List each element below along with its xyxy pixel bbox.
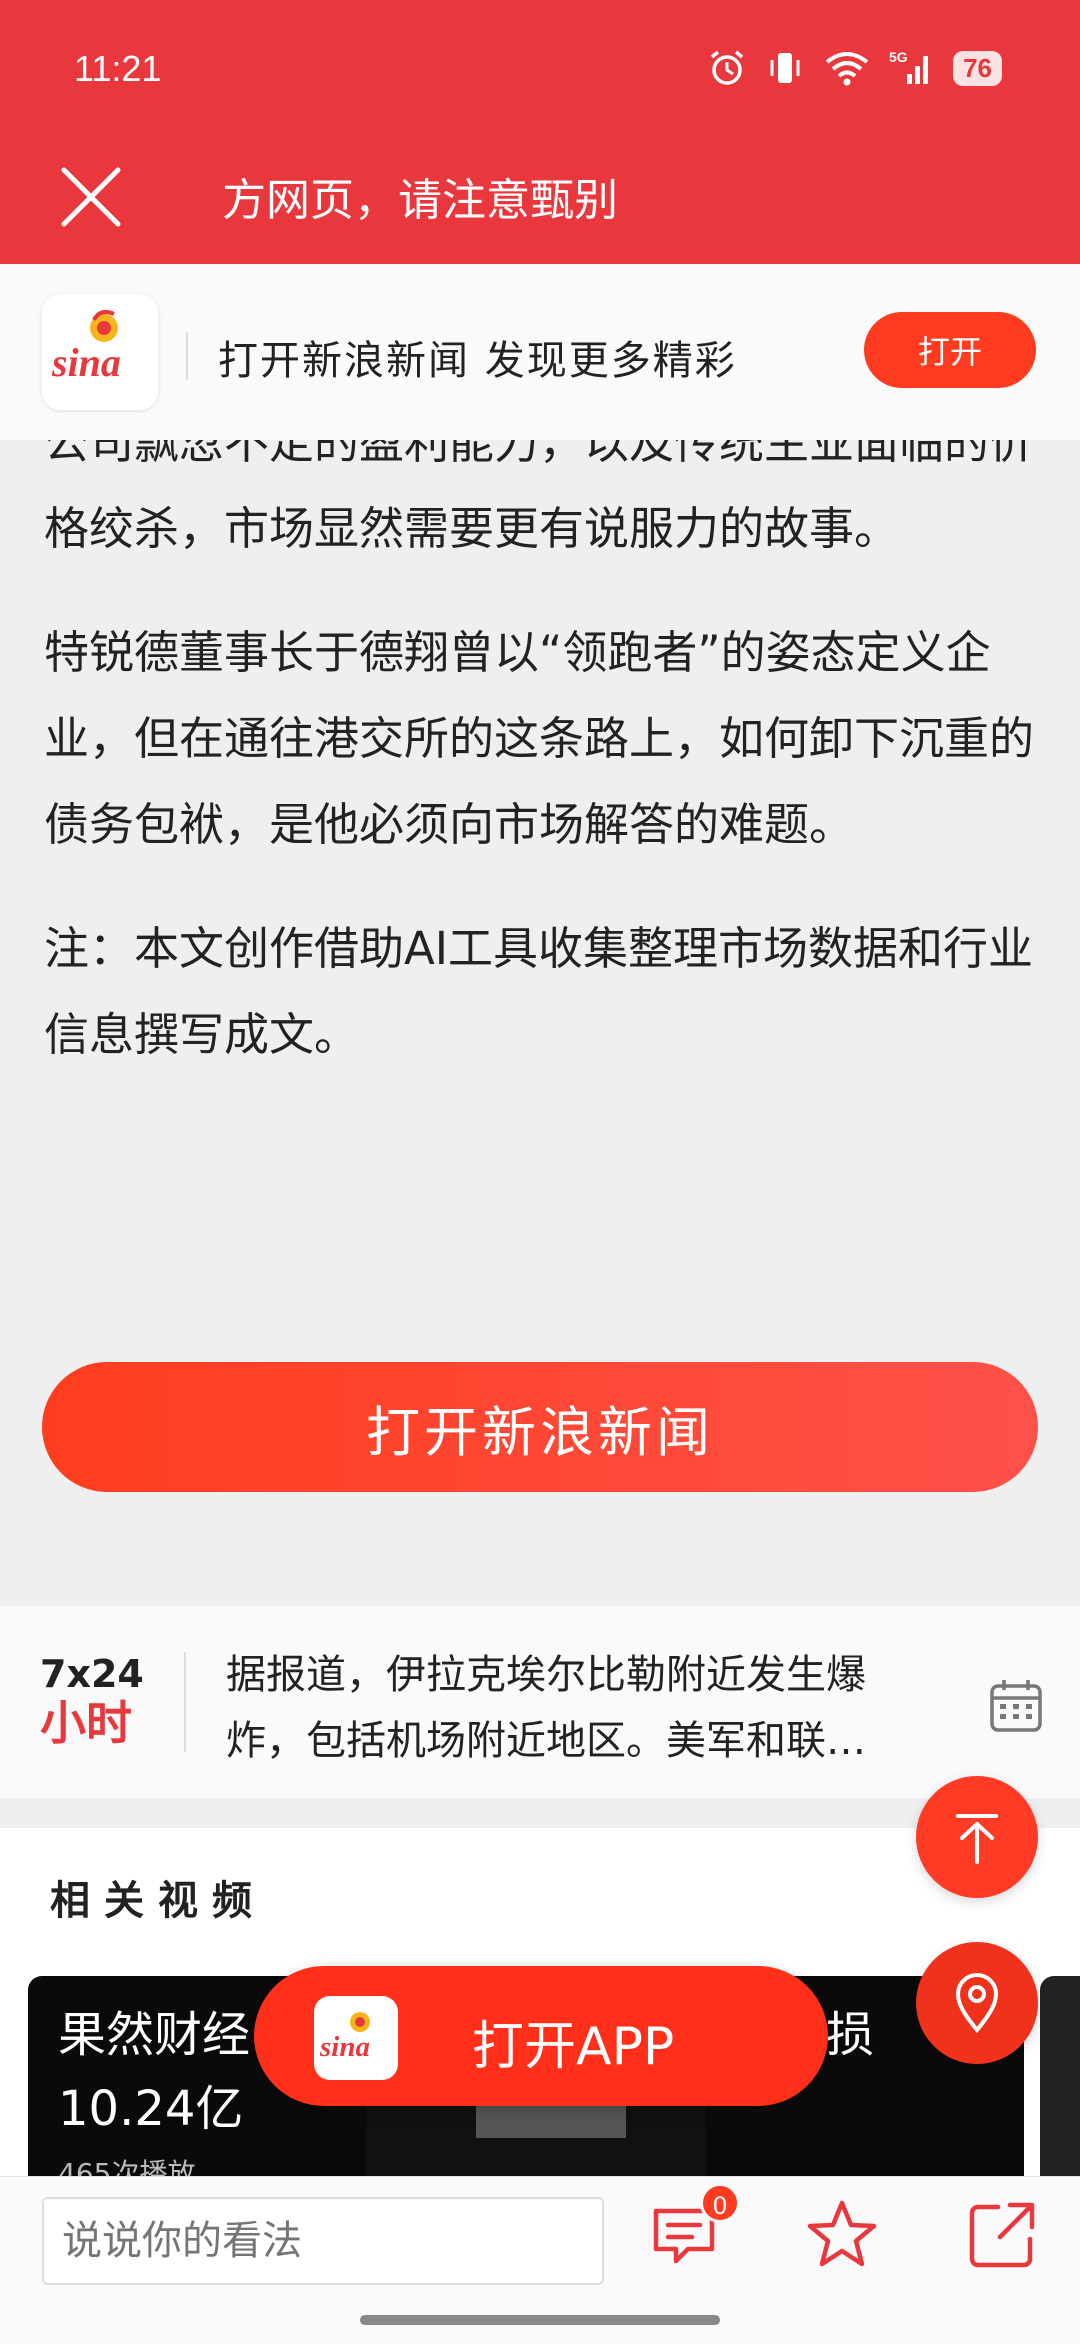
news-724-logo: 7x24 小时 [40, 1652, 150, 1762]
status-time: 11:21 [74, 48, 162, 89]
video-play-count: 465次播放 [58, 2157, 196, 2178]
network-label: 5G [889, 49, 908, 65]
open-app-label: 打开APP [472, 2017, 675, 2077]
svg-text:sina: sina [51, 340, 121, 385]
bottom-bar: 0 [0, 2176, 1080, 2344]
back-to-top-button[interactable] [916, 1776, 1038, 1898]
open-app-floating-button[interactable]: sina 打开APP [254, 1966, 828, 2106]
article-paragraph: 公司飘忽不定的盈利能力，以及传统主业面临的价格绞杀，市场显然需要更有说服力的故事… [44, 440, 1035, 555]
location-pin-icon [955, 1973, 999, 2034]
banner-text: 打开新浪新闻 发现更多精彩 [218, 338, 737, 384]
svg-text:sina: sina [319, 2031, 370, 2063]
arrow-up-icon [956, 1814, 998, 1864]
vibrate-icon [770, 53, 800, 83]
alarm-icon [710, 50, 744, 85]
news-724-logo-top: 7x24 [40, 1652, 144, 1696]
open-app-button[interactable]: 打开 [864, 312, 1036, 388]
home-indicator[interactable] [360, 2315, 720, 2325]
third-party-notice: 方网页，请注意甄别 [222, 175, 618, 226]
battery-icon: 76 [953, 50, 1002, 86]
video-card-next[interactable] [1040, 1976, 1080, 2178]
signal-icon: 5G [889, 49, 929, 84]
open-sina-news-button[interactable]: 打开新浪新闻 [42, 1362, 1038, 1492]
location-button[interactable] [916, 1942, 1038, 2064]
related-videos-title: 相关视频 [50, 1878, 266, 1924]
status-bar: 11:21 5G 76 [0, 0, 1080, 140]
banner-divider [186, 332, 188, 380]
close-icon[interactable] [58, 164, 124, 230]
calendar-icon[interactable] [988, 1678, 1044, 1734]
status-icons: 5G 76 [707, 48, 1002, 88]
comment-count-badge: 0 [700, 2183, 740, 2223]
share-icon[interactable] [964, 2197, 1040, 2273]
news-724-divider [184, 1652, 186, 1752]
article-content: 公司飘忽不定的盈利能力，以及传统主业面临的价格绞杀，市场显然需要更有说服力的故事… [44, 440, 1044, 1116]
comment-input[interactable] [42, 2197, 604, 2285]
news-724-ticker[interactable]: 7x24 小时 据报道，伊拉克埃尔比勒附近发生爆炸，包括机场附近地区。美军和联… [0, 1606, 1080, 1798]
news-724-text[interactable]: 据报道，伊拉克埃尔比勒附近发生爆炸，包括机场附近地区。美军和联… [226, 1642, 926, 1774]
article-paragraph: 特锐德董事长于德翔曾以“领跑者”的姿态定义企业，但在通往港交所的这条路上，如何卸… [44, 626, 1035, 851]
article-paragraph: 注：本文创作借助AI工具收集整理市场数据和行业信息撰写成文。 [44, 922, 1034, 1061]
browser-top-bar: 方网页，请注意甄别 [0, 140, 1080, 264]
star-icon[interactable] [802, 2195, 882, 2275]
app-banner: sina 打开新浪新闻 发现更多精彩 打开 [0, 264, 1080, 440]
wifi-icon [825, 52, 869, 86]
news-724-logo-bottom: 小时 [40, 1696, 132, 1750]
sina-logo-small: sina [314, 1996, 398, 2080]
sina-logo: sina [42, 294, 158, 410]
